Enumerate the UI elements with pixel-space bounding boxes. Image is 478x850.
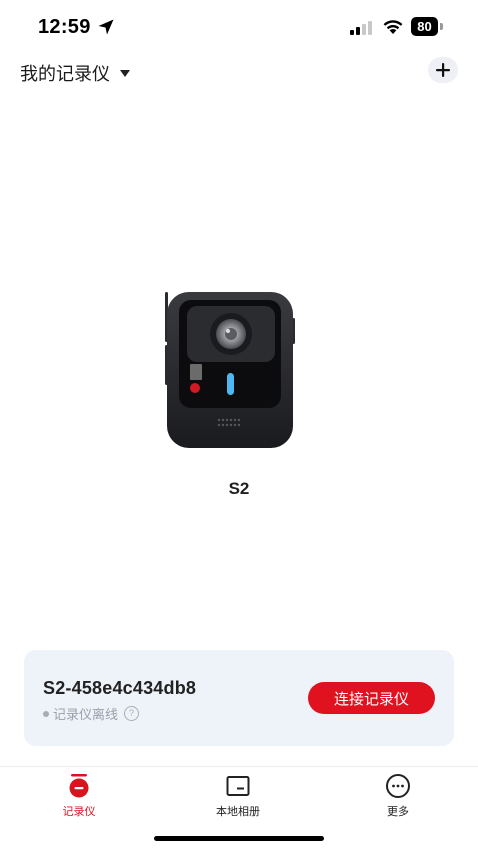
status-text: 记录仪离线 xyxy=(53,707,119,722)
add-device-button[interactable] xyxy=(428,57,458,83)
tab-more-label: 更多 xyxy=(387,806,409,818)
tab-album-label: 本地相册 xyxy=(216,806,260,818)
location-arrow-icon xyxy=(98,19,114,35)
device-model-name: S2 xyxy=(228,479,250,498)
album-icon xyxy=(226,776,250,796)
page-title: 我的记录仪 xyxy=(20,64,110,84)
status-time: 12:59 xyxy=(38,16,91,38)
offline-dot-icon xyxy=(43,710,49,717)
battery-level: 80 xyxy=(411,17,438,36)
tab-recorder[interactable]: 记录仪 xyxy=(29,773,129,819)
home-indicator[interactable] xyxy=(154,836,324,841)
cellular-signal-icon xyxy=(350,21,372,35)
device-card[interactable]: S2-458e4c434db8 记录仪离线 ? 连接记录仪 xyxy=(24,650,454,746)
recorder-icon xyxy=(69,774,89,798)
battery-cap xyxy=(440,23,443,30)
wifi-icon xyxy=(383,20,403,34)
tab-more[interactable]: 更多 xyxy=(348,773,448,819)
tab-recorder-label: 记录仪 xyxy=(62,806,96,818)
screen: 12:59 80 我的记录仪 S2 S2-458e4c434db8 记录仪离线 … xyxy=(0,0,478,850)
device-selector-dropdown[interactable]: 我的记录仪 xyxy=(20,60,130,86)
status-bar: 12:59 80 xyxy=(0,0,478,52)
more-icon xyxy=(386,774,410,798)
caret-down-icon xyxy=(120,69,130,77)
tab-album[interactable]: 本地相册 xyxy=(188,773,288,819)
device-id: S2-458e4c434db8 xyxy=(43,678,197,698)
help-icon[interactable]: ? xyxy=(124,706,140,721)
plus-icon xyxy=(436,63,450,77)
device-camera-image xyxy=(165,292,295,448)
battery-indicator: 80 xyxy=(411,17,443,36)
device-status: 记录仪离线 ? xyxy=(43,704,140,723)
connect-recorder-button[interactable]: 连接记录仪 xyxy=(308,682,435,714)
